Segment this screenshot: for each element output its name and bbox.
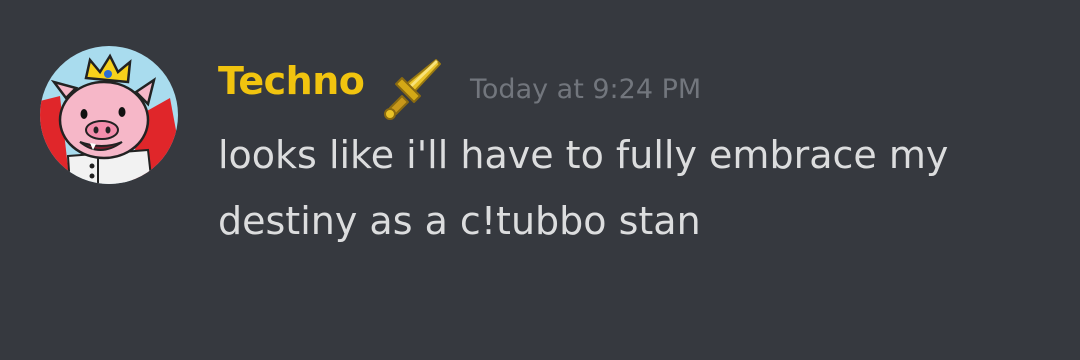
message-content: looks like i'll have to fully embrace my…: [218, 122, 1038, 254]
username[interactable]: Techno: [218, 56, 365, 106]
pig-king-avatar[interactable]: [40, 46, 178, 184]
message-text-line: looks like i'll have to fully embrace my: [218, 133, 949, 177]
golden-sword-icon: [378, 54, 444, 120]
message-timestamp[interactable]: Today at 9:24 PM: [470, 72, 701, 108]
chat-message: Techno Today at 9:24 PM looks like i'll …: [0, 0, 1080, 360]
message-text-line: destiny as a c!tubbo stan: [218, 199, 701, 243]
